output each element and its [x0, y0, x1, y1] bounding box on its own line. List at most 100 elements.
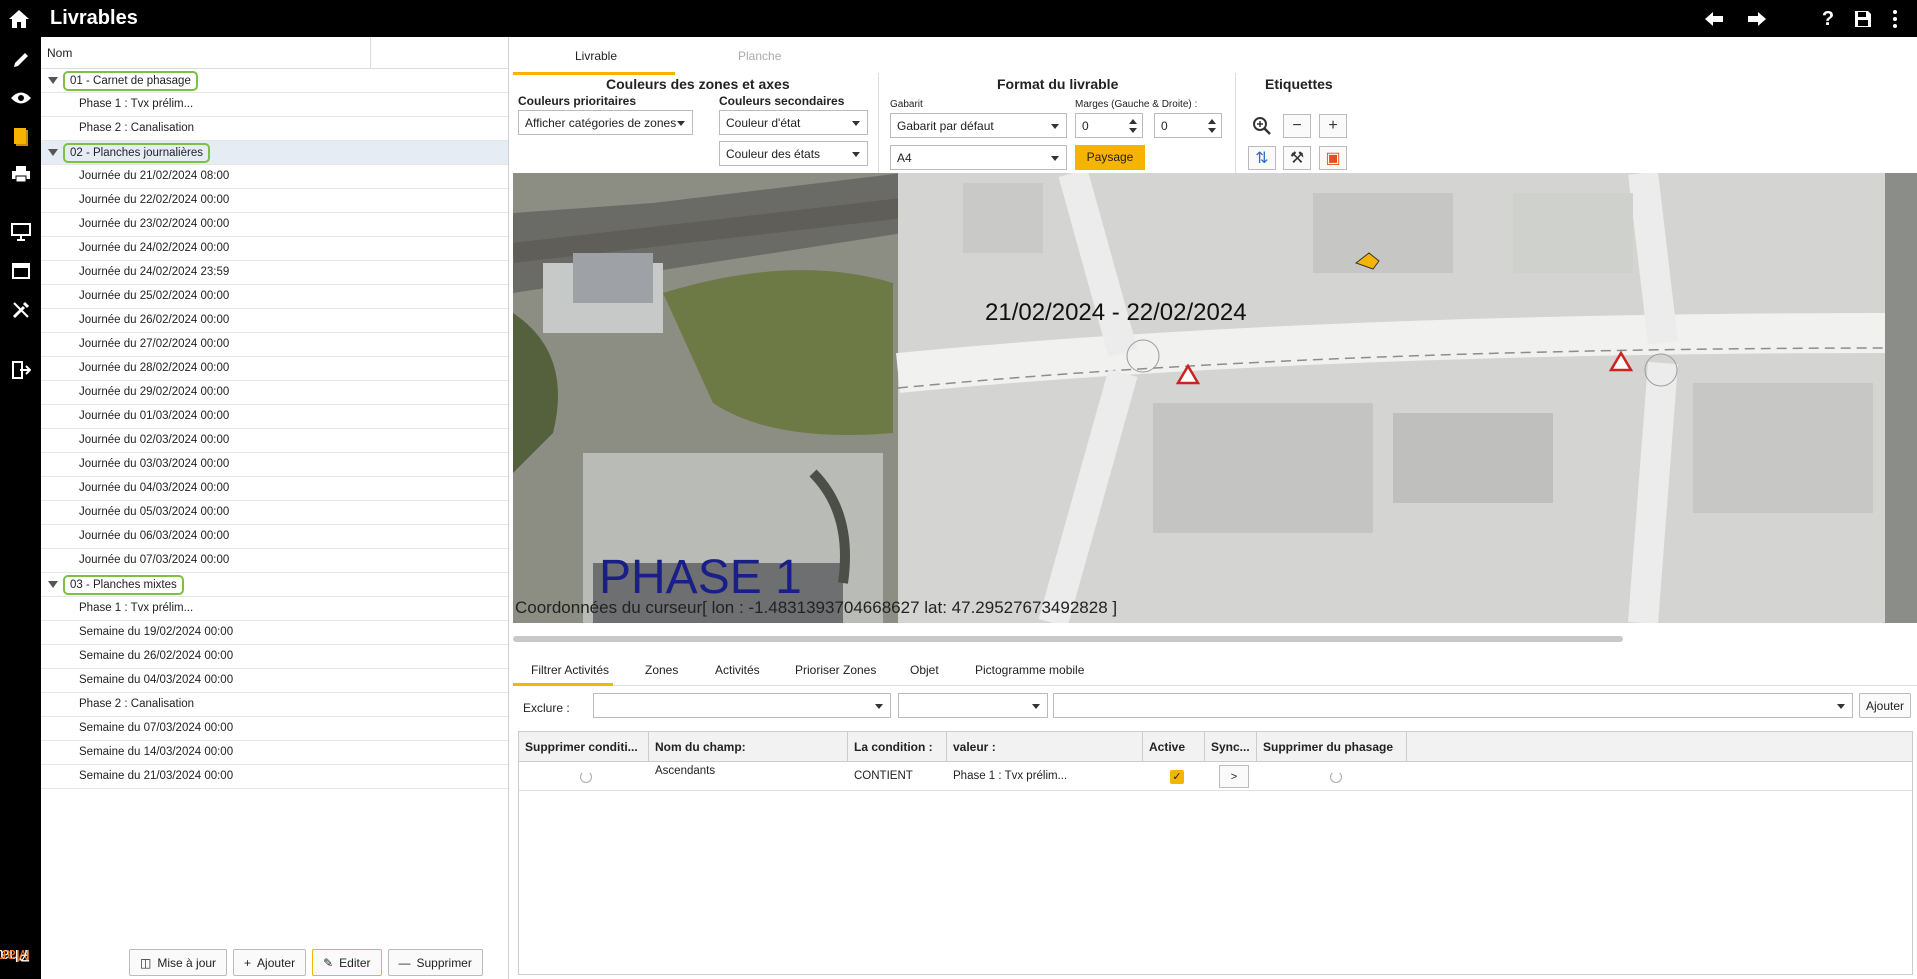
margin-right-input[interactable]: 0 — [1154, 113, 1222, 138]
active-checkbox[interactable]: ✓ — [1170, 770, 1184, 784]
deliverables-book-icon[interactable] — [6, 121, 36, 151]
map-horizontal-scrollbar[interactable] — [513, 636, 1623, 642]
tree-item[interactable]: Semaine du 04/03/2024 00:00 — [41, 669, 508, 693]
increment-icon[interactable] — [1208, 119, 1216, 124]
tree-group[interactable]: 01 - Carnet de phasage — [41, 69, 508, 93]
delete-condition-icon[interactable] — [580, 771, 592, 783]
tree-item[interactable]: Journée du 22/02/2024 00:00 — [41, 189, 508, 213]
update-button[interactable]: ◫ Mise à jour — [129, 949, 228, 976]
tree-item[interactable]: Journée du 24/02/2024 00:00 — [41, 237, 508, 261]
tab-zones[interactable]: Zones — [645, 663, 678, 677]
tree-item[interactable]: Journée du 05/03/2024 00:00 — [41, 501, 508, 525]
presentation-icon[interactable] — [6, 217, 36, 247]
label-marker-icon[interactable]: ▣ — [1319, 146, 1347, 170]
save-icon[interactable] — [1849, 5, 1877, 33]
tree-item[interactable]: Journée du 27/02/2024 00:00 — [41, 333, 508, 357]
forward-arrow-icon[interactable] — [1743, 5, 1771, 33]
calendar-icon[interactable] — [6, 255, 36, 285]
tree-item[interactable]: Journée du 04/03/2024 00:00 — [41, 477, 508, 501]
column-field-name[interactable]: Nom du champ: — [649, 732, 848, 762]
delete-button[interactable]: — Supprimer — [387, 949, 483, 976]
exclude-field-select[interactable] — [593, 693, 891, 718]
tab-livrable[interactable]: Livrable — [575, 49, 617, 63]
landscape-button[interactable]: Paysage — [1075, 145, 1145, 170]
column-delete-phasing[interactable]: Supprimer du phasage — [1257, 732, 1407, 762]
back-arrow-icon[interactable] — [1700, 5, 1728, 33]
tree-item[interactable]: Journée du 07/03/2024 00:00 — [41, 549, 508, 573]
tab-activities[interactable]: Activités — [715, 663, 760, 677]
tree-item[interactable]: Journée du 24/02/2024 23:59 — [41, 261, 508, 285]
tree-item[interactable]: Journée du 26/02/2024 00:00 — [41, 309, 508, 333]
column-condition[interactable]: La condition : — [848, 732, 947, 762]
column-delete-condition[interactable]: Supprimer conditi... — [519, 732, 649, 762]
help-icon[interactable]: ? — [1814, 5, 1842, 33]
state-colors-select[interactable]: Couleur des états — [719, 141, 868, 166]
tree-item[interactable]: Phase 1 : Tvx prélim... — [41, 597, 508, 621]
more-options-icon[interactable] — [1881, 5, 1909, 33]
label-tools-icon[interactable]: ⚒ — [1283, 146, 1311, 170]
cell-field-name: Ascendants — [655, 765, 716, 777]
tree-item[interactable]: Journée du 01/03/2024 00:00 — [41, 405, 508, 429]
add-button[interactable]: + Ajouter — [233, 949, 307, 976]
tree-item[interactable]: Semaine du 26/02/2024 00:00 — [41, 645, 508, 669]
tree-item[interactable]: Phase 2 : Canalisation — [41, 693, 508, 717]
zoom-icon[interactable] — [1248, 114, 1276, 138]
edit-pencil-icon[interactable] — [6, 45, 36, 75]
tab-filter-activities[interactable]: Filtrer Activités — [531, 663, 609, 677]
add-filter-button[interactable]: Ajouter — [1859, 693, 1912, 718]
tab-mobile-pictogram[interactable]: Pictogramme mobile — [975, 663, 1084, 677]
tree-item-label: Journée du 07/03/2024 00:00 — [79, 554, 230, 566]
tree-item[interactable]: Journée du 21/02/2024 08:00 — [41, 165, 508, 189]
gabarit-label: Gabarit — [890, 99, 923, 110]
tree-item[interactable]: Semaine du 07/03/2024 00:00 — [41, 717, 508, 741]
print-icon[interactable] — [6, 159, 36, 189]
tree-item[interactable]: Journée du 03/03/2024 00:00 — [41, 453, 508, 477]
margin-left-input[interactable]: 0 — [1075, 113, 1143, 138]
tree-item[interactable]: Journée du 25/02/2024 00:00 — [41, 285, 508, 309]
label-style-icon[interactable]: ⇅ — [1248, 146, 1276, 170]
tab-object[interactable]: Objet — [910, 663, 939, 677]
decrement-icon[interactable] — [1129, 128, 1137, 133]
tree-item[interactable]: Semaine du 14/03/2024 00:00 — [41, 741, 508, 765]
tree-item[interactable]: Journée du 28/02/2024 00:00 — [41, 357, 508, 381]
tree-item[interactable]: Journée du 02/03/2024 00:00 — [41, 429, 508, 453]
secondary-colors-select[interactable]: Couleur d'état — [719, 110, 868, 135]
exclude-condition-select[interactable] — [898, 693, 1048, 718]
home-icon[interactable] — [5, 5, 33, 33]
decrement-icon[interactable] — [1208, 128, 1216, 133]
primary-colors-select[interactable]: Afficher catégories de zones — [518, 110, 693, 135]
sync-button[interactable]: > — [1219, 765, 1249, 788]
expand-arrow-icon[interactable] — [48, 77, 58, 84]
expand-arrow-icon[interactable] — [48, 581, 58, 588]
tools-icon[interactable] — [6, 295, 36, 325]
tree-group[interactable]: 02 - Planches journalières — [41, 141, 508, 165]
tree-item-label: Journée du 23/02/2024 00:00 — [79, 218, 230, 230]
column-value[interactable]: valeur : — [947, 732, 1143, 762]
edit-button[interactable]: ✎ Editer — [312, 949, 382, 976]
decrease-labels-button[interactable]: − — [1283, 114, 1311, 138]
gabarit-select[interactable]: Gabarit par défaut — [890, 113, 1067, 138]
tree-column-name[interactable]: Nom — [41, 37, 371, 68]
tab-planche[interactable]: Planche — [738, 49, 781, 63]
tree-item[interactable]: Phase 2 : Canalisation — [41, 117, 508, 141]
tree-item[interactable]: Semaine du 21/03/2024 00:00 — [41, 765, 508, 789]
column-active[interactable]: Active — [1143, 732, 1205, 762]
increase-labels-button[interactable]: + — [1319, 114, 1347, 138]
paper-size-select[interactable]: A4 — [890, 145, 1067, 170]
tree-item-label: Phase 2 : Canalisation — [79, 698, 195, 710]
map-preview[interactable]: 21/02/2024 - 22/02/2024 PHASE 1 Coordonn… — [513, 173, 1917, 623]
tab-prioritize-zones[interactable]: Prioriser Zones — [795, 663, 876, 677]
tree-item[interactable]: Phase 1 : Tvx prélim... — [41, 93, 508, 117]
expand-arrow-icon[interactable] — [48, 149, 58, 156]
tree-item[interactable]: Journée du 29/02/2024 00:00 — [41, 381, 508, 405]
delete-phasing-icon[interactable] — [1330, 771, 1342, 783]
exclude-value-select[interactable] — [1053, 693, 1853, 718]
tree-item[interactable]: Journée du 06/03/2024 00:00 — [41, 525, 508, 549]
tree-item[interactable]: Journée du 23/02/2024 00:00 — [41, 213, 508, 237]
view-eye-icon[interactable] — [6, 83, 36, 113]
increment-icon[interactable] — [1129, 119, 1137, 124]
column-sync[interactable]: Sync... — [1205, 732, 1257, 762]
logout-icon[interactable] — [6, 355, 36, 385]
tree-group[interactable]: 03 - Planches mixtes — [41, 573, 508, 597]
tree-item[interactable]: Semaine du 19/02/2024 00:00 — [41, 621, 508, 645]
